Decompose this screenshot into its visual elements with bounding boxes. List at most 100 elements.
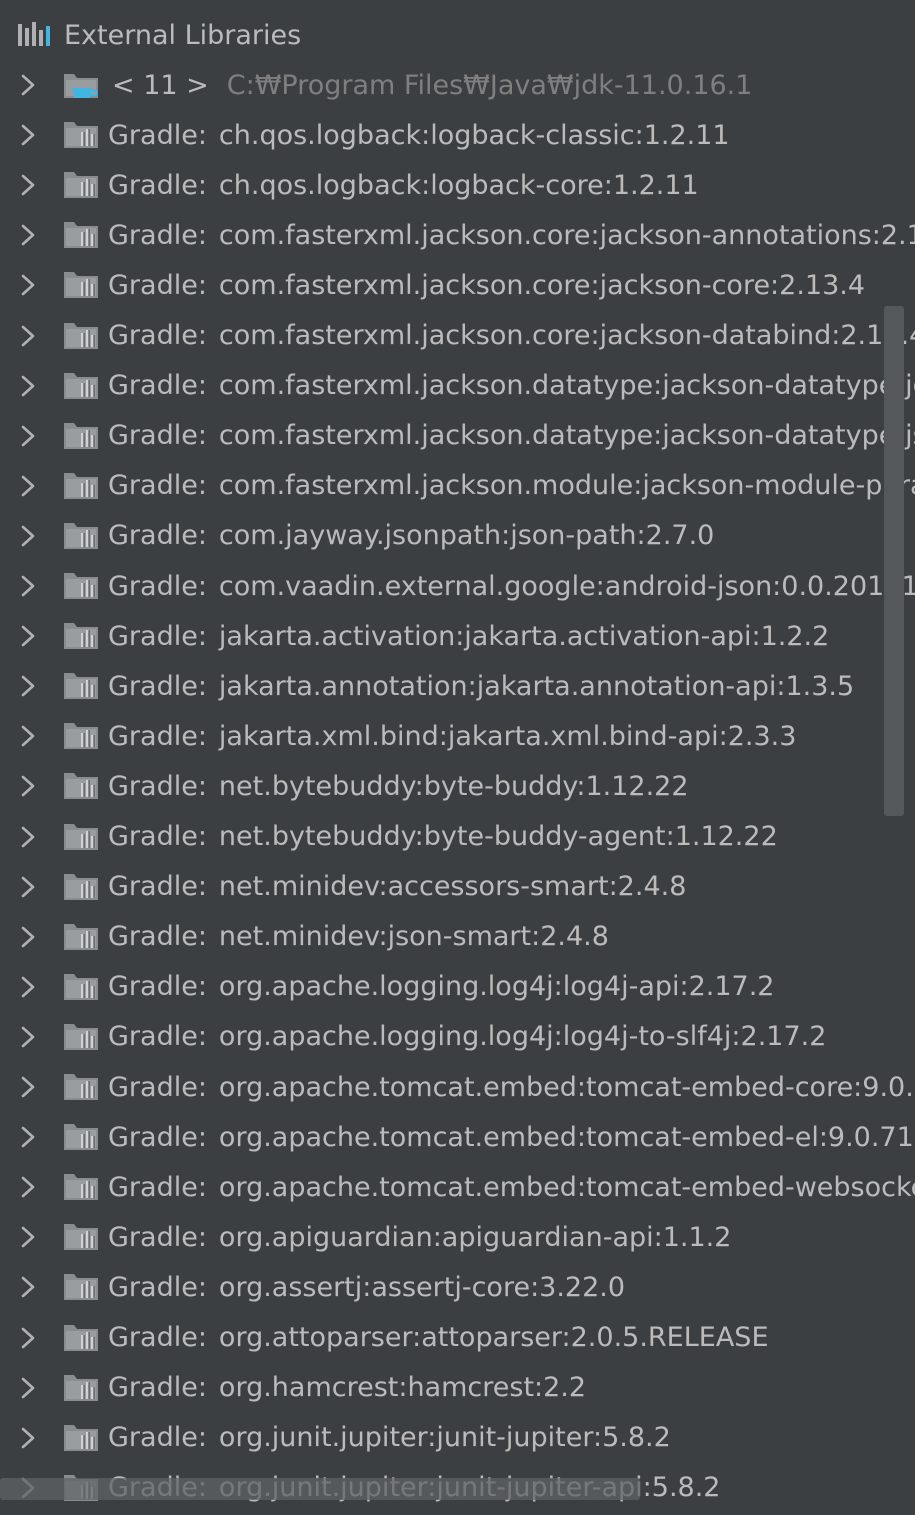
- library-node[interactable]: Gradle: org.apache.logging.log4j:log4j-ap…: [0, 962, 915, 1012]
- library-node[interactable]: Gradle: jakarta.activation:jakarta.activa…: [0, 611, 915, 661]
- chevron-right-icon[interactable]: [18, 371, 40, 401]
- chevron-right-icon[interactable]: [18, 922, 40, 952]
- library-jar-icon: [62, 970, 102, 1004]
- library-prefix: Gradle:: [108, 370, 207, 402]
- chevron-right-icon[interactable]: [18, 721, 40, 751]
- library-node[interactable]: Gradle: org.apache.tomcat.embed:tomcat-em…: [0, 1112, 915, 1162]
- library-node[interactable]: Gradle: com.fasterxml.jackson.core:jackso…: [0, 260, 915, 310]
- library-prefix: Gradle:: [108, 1021, 207, 1053]
- library-coordinate: org.apache.tomcat.embed:tomcat-embed-cor…: [218, 1071, 915, 1103]
- horizontal-scrollbar[interactable]: [0, 1478, 640, 1500]
- library-prefix: Gradle:: [108, 770, 207, 802]
- library-jar-icon: [62, 218, 102, 252]
- library-node[interactable]: Gradle: com.fasterxml.jackson.core:jackso…: [0, 311, 915, 361]
- chevron-right-icon[interactable]: [18, 671, 40, 701]
- library-label: Gradle: net.bytebuddy:byte-buddy:1.12.22: [108, 771, 689, 802]
- vertical-scrollbar[interactable]: [884, 306, 904, 816]
- chevron-right-icon[interactable]: [18, 571, 40, 601]
- library-node[interactable]: Gradle: org.hamcrest:hamcrest:2.2: [0, 1363, 915, 1413]
- chevron-right-icon[interactable]: [18, 170, 40, 200]
- library-prefix: Gradle:: [108, 420, 207, 452]
- library-node[interactable]: Gradle: jakarta.xml.bind:jakarta.xml.bind…: [0, 711, 915, 761]
- jdk-node[interactable]: < 11 > C:₩Program Files₩Java₩jdk-11.0.16.…: [0, 60, 915, 110]
- library-node[interactable]: Gradle: com.fasterxml.jackson.datatype:ja…: [0, 411, 915, 461]
- library-coordinate: org.attoparser:attoparser:2.0.5.RELEASE: [218, 1322, 769, 1353]
- library-jar-icon: [62, 1371, 102, 1405]
- library-prefix: Gradle:: [108, 119, 207, 151]
- chevron-right-icon[interactable]: [18, 621, 40, 651]
- chevron-right-icon[interactable]: [18, 1222, 40, 1252]
- library-node[interactable]: Gradle: org.assertj:assertj-core:3.22.0: [0, 1262, 915, 1312]
- library-node[interactable]: Gradle: org.attoparser:attoparser:2.0.5.R…: [0, 1313, 915, 1363]
- chevron-right-icon[interactable]: [18, 1272, 40, 1302]
- library-jar-icon: [62, 1270, 102, 1304]
- chevron-right-icon[interactable]: [18, 1323, 40, 1353]
- library-jar-icon: [62, 669, 102, 703]
- library-coordinate: org.apache.tomcat.embed:tomcat-embed-web…: [218, 1171, 915, 1203]
- chevron-right-icon[interactable]: [18, 521, 40, 551]
- library-coordinate: org.apache.logging.log4j:log4j-api:2.17.…: [218, 971, 775, 1003]
- library-node[interactable]: Gradle: com.fasterxml.jackson.core:jackso…: [0, 210, 915, 260]
- library-coordinate: com.jayway.jsonpath:json-path:2.7.0: [218, 520, 715, 552]
- library-prefix: Gradle:: [108, 570, 207, 602]
- chevron-right-icon[interactable]: [18, 220, 40, 250]
- library-node[interactable]: Gradle: com.fasterxml.jackson.module:jack…: [0, 461, 915, 511]
- chevron-right-icon[interactable]: [18, 421, 40, 451]
- chevron-right-icon[interactable]: [18, 471, 40, 501]
- chevron-right-icon[interactable]: [18, 1072, 40, 1102]
- library-label: Gradle: net.minidev:json-smart:2.4.8: [108, 921, 609, 952]
- chevron-right-icon[interactable]: [18, 321, 40, 351]
- library-prefix: Gradle:: [108, 169, 207, 201]
- library-jar-icon: [62, 1321, 102, 1355]
- library-coordinate: org.apiguardian:apiguardian-api:1.1.2: [218, 1221, 732, 1253]
- library-prefix: Gradle:: [108, 520, 207, 552]
- library-label: Gradle: com.fasterxml.jackson.module:jack…: [108, 470, 915, 501]
- library-node[interactable]: Gradle: org.apiguardian:apiguardian-api:1…: [0, 1212, 915, 1262]
- jdk-version: < 11 >: [112, 69, 209, 101]
- library-coordinate: org.apache.tomcat.embed:tomcat-embed-el:…: [218, 1121, 914, 1153]
- chevron-right-icon[interactable]: [18, 270, 40, 300]
- chevron-right-icon[interactable]: [18, 1423, 40, 1453]
- project-tree: External Libraries < 11 > C:₩Program File…: [0, 0, 915, 1515]
- library-coordinate: net.bytebuddy:byte-buddy-agent:1.12.22: [218, 821, 778, 852]
- chevron-right-icon[interactable]: [18, 70, 40, 100]
- library-node[interactable]: Gradle: net.bytebuddy:byte-buddy:1.12.22: [0, 761, 915, 811]
- external-libraries-node[interactable]: External Libraries: [0, 10, 915, 60]
- library-jar-icon: [62, 268, 102, 302]
- chevron-right-icon[interactable]: [18, 872, 40, 902]
- library-node[interactable]: Gradle: com.jayway.jsonpath:json-path:2.7…: [0, 511, 915, 561]
- external-libraries-label: External Libraries: [64, 19, 302, 51]
- chevron-right-icon[interactable]: [18, 1172, 40, 1202]
- library-coordinate: org.apache.logging.log4j:log4j-to-slf4j:…: [218, 1021, 827, 1053]
- library-node[interactable]: Gradle: net.minidev:accessors-smart:2.4.8: [0, 862, 915, 912]
- library-node[interactable]: Gradle: com.fasterxml.jackson.datatype:ja…: [0, 361, 915, 411]
- library-coordinate: org.hamcrest:hamcrest:2.2: [218, 1372, 587, 1404]
- library-label: Gradle: com.fasterxml.jackson.datatype:ja…: [108, 420, 915, 451]
- chevron-right-icon[interactable]: [18, 1373, 40, 1403]
- chevron-right-icon[interactable]: [18, 1022, 40, 1052]
- chevron-right-icon[interactable]: [18, 120, 40, 150]
- library-node[interactable]: Gradle: org.junit.jupiter:junit-jupiter:5…: [0, 1413, 915, 1463]
- library-jar-icon: [62, 820, 102, 854]
- chevron-right-icon[interactable]: [18, 771, 40, 801]
- library-label: Gradle: jakarta.annotation:jakarta.annota…: [108, 671, 854, 702]
- library-node[interactable]: Gradle: ch.qos.logback:logback-core:1.2.1…: [0, 160, 915, 210]
- library-coordinate: com.fasterxml.jackson.core:jackson-annot…: [218, 219, 915, 251]
- library-jar-icon: [62, 1421, 102, 1455]
- library-jar-icon: [62, 118, 102, 152]
- library-jar-icon: [62, 369, 102, 403]
- library-node[interactable]: Gradle: ch.qos.logback:logback-classic:1.…: [0, 110, 915, 160]
- chevron-right-icon[interactable]: [18, 822, 40, 852]
- library-bars-icon: [17, 20, 53, 50]
- chevron-right-icon[interactable]: [18, 972, 40, 1002]
- library-prefix: Gradle:: [108, 1422, 207, 1454]
- library-node[interactable]: Gradle: com.vaadin.external.google:androi…: [0, 561, 915, 611]
- library-node[interactable]: Gradle: org.apache.tomcat.embed:tomcat-em…: [0, 1062, 915, 1112]
- library-jar-icon: [62, 1120, 102, 1154]
- library-node[interactable]: Gradle: net.bytebuddy:byte-buddy-agent:1.…: [0, 812, 915, 862]
- chevron-right-icon[interactable]: [18, 1122, 40, 1152]
- library-node[interactable]: Gradle: jakarta.annotation:jakarta.annota…: [0, 661, 915, 711]
- library-node[interactable]: Gradle: org.apache.logging.log4j:log4j-to…: [0, 1012, 915, 1062]
- library-node[interactable]: Gradle: org.apache.tomcat.embed:tomcat-em…: [0, 1162, 915, 1212]
- library-node[interactable]: Gradle: net.minidev:json-smart:2.4.8: [0, 912, 915, 962]
